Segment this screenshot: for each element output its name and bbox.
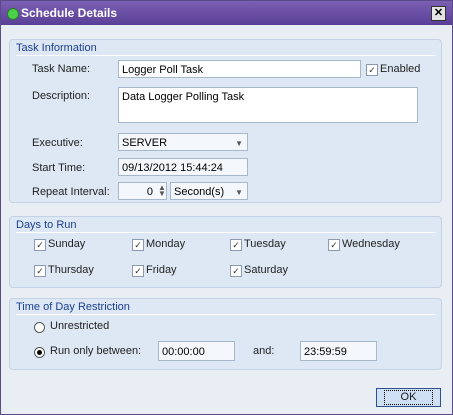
friday-checkbox[interactable]: ✓ [132, 265, 144, 277]
description-label: Description: [32, 90, 91, 102]
wednesday-label: Wednesday [342, 238, 400, 250]
repeat-interval-label: Repeat Interval: [32, 186, 110, 198]
executive-select[interactable]: SERVER ▼ [118, 133, 248, 151]
task-name-input[interactable]: Logger Poll Task [118, 60, 361, 78]
executive-value: SERVER [122, 137, 168, 149]
enabled-label: Enabled [380, 63, 421, 75]
run-between-label: Run only between: [50, 345, 142, 357]
sunday-checkbox[interactable]: ✓ [34, 239, 46, 251]
unrestricted-label: Unrestricted [50, 320, 110, 332]
sunday-label: Sunday [48, 238, 86, 250]
wednesday-checkbox[interactable]: ✓ [328, 239, 340, 251]
tuesday-checkbox[interactable]: ✓ [230, 239, 242, 251]
title-bar: Schedule Details ✕ [1, 1, 452, 25]
close-button[interactable]: ✕ [431, 6, 446, 21]
schedule-details-window: Schedule Details ✕ Task Information Task… [0, 0, 453, 415]
executive-label: Executive: [32, 137, 83, 149]
unrestricted-radio[interactable] [34, 322, 45, 333]
time-restriction-group: Time of Day Restriction Unrestricted Run… [9, 298, 442, 370]
chevron-down-icon[interactable]: ▼ [235, 188, 243, 197]
ok-button-label: OK [383, 390, 434, 405]
saturday-checkbox[interactable]: ✓ [230, 265, 242, 277]
days-to-run-group: Days to Run ✓ Sunday ✓ Monday ✓ Tuesday … [9, 216, 442, 288]
task-name-label: Task Name: [32, 63, 91, 75]
repeat-unit-value: Second(s) [174, 186, 225, 198]
start-time-input[interactable]: 09/13/2012 15:44:24 [118, 158, 248, 176]
start-time-label: Start Time: [32, 162, 86, 174]
task-information-title: Task Information [16, 42, 97, 54]
ok-button[interactable]: OK [376, 388, 441, 407]
friday-label: Friday [146, 264, 177, 276]
group-divider [16, 232, 435, 233]
group-divider [16, 55, 435, 56]
group-divider [16, 314, 435, 315]
days-to-run-title: Days to Run [16, 219, 77, 231]
start-time-restriction-input[interactable]: 00:00:00 [158, 341, 235, 361]
enabled-checkbox[interactable]: ✓ [366, 64, 378, 76]
app-icon [7, 8, 19, 20]
thursday-checkbox[interactable]: ✓ [34, 265, 46, 277]
monday-checkbox[interactable]: ✓ [132, 239, 144, 251]
task-information-group: Task Information Task Name: Logger Poll … [9, 39, 442, 203]
end-time-restriction-input[interactable]: 23:59:59 [300, 341, 377, 361]
repeat-unit-select[interactable]: Second(s) ▼ [170, 182, 248, 200]
run-between-radio[interactable] [34, 347, 45, 358]
monday-label: Monday [146, 238, 186, 250]
thursday-label: Thursday [48, 264, 94, 276]
saturday-label: Saturday [244, 264, 289, 276]
and-label: and: [253, 345, 275, 357]
description-input[interactable]: Data Logger Polling Task [118, 87, 418, 123]
chevron-down-icon[interactable]: ▼ [235, 139, 243, 148]
spinner-icon[interactable]: ▲ ▼ [158, 184, 166, 198]
tuesday-label: Tuesday [244, 238, 286, 250]
time-restriction-title: Time of Day Restriction [16, 301, 130, 313]
window-title: Schedule Details [21, 6, 118, 20]
